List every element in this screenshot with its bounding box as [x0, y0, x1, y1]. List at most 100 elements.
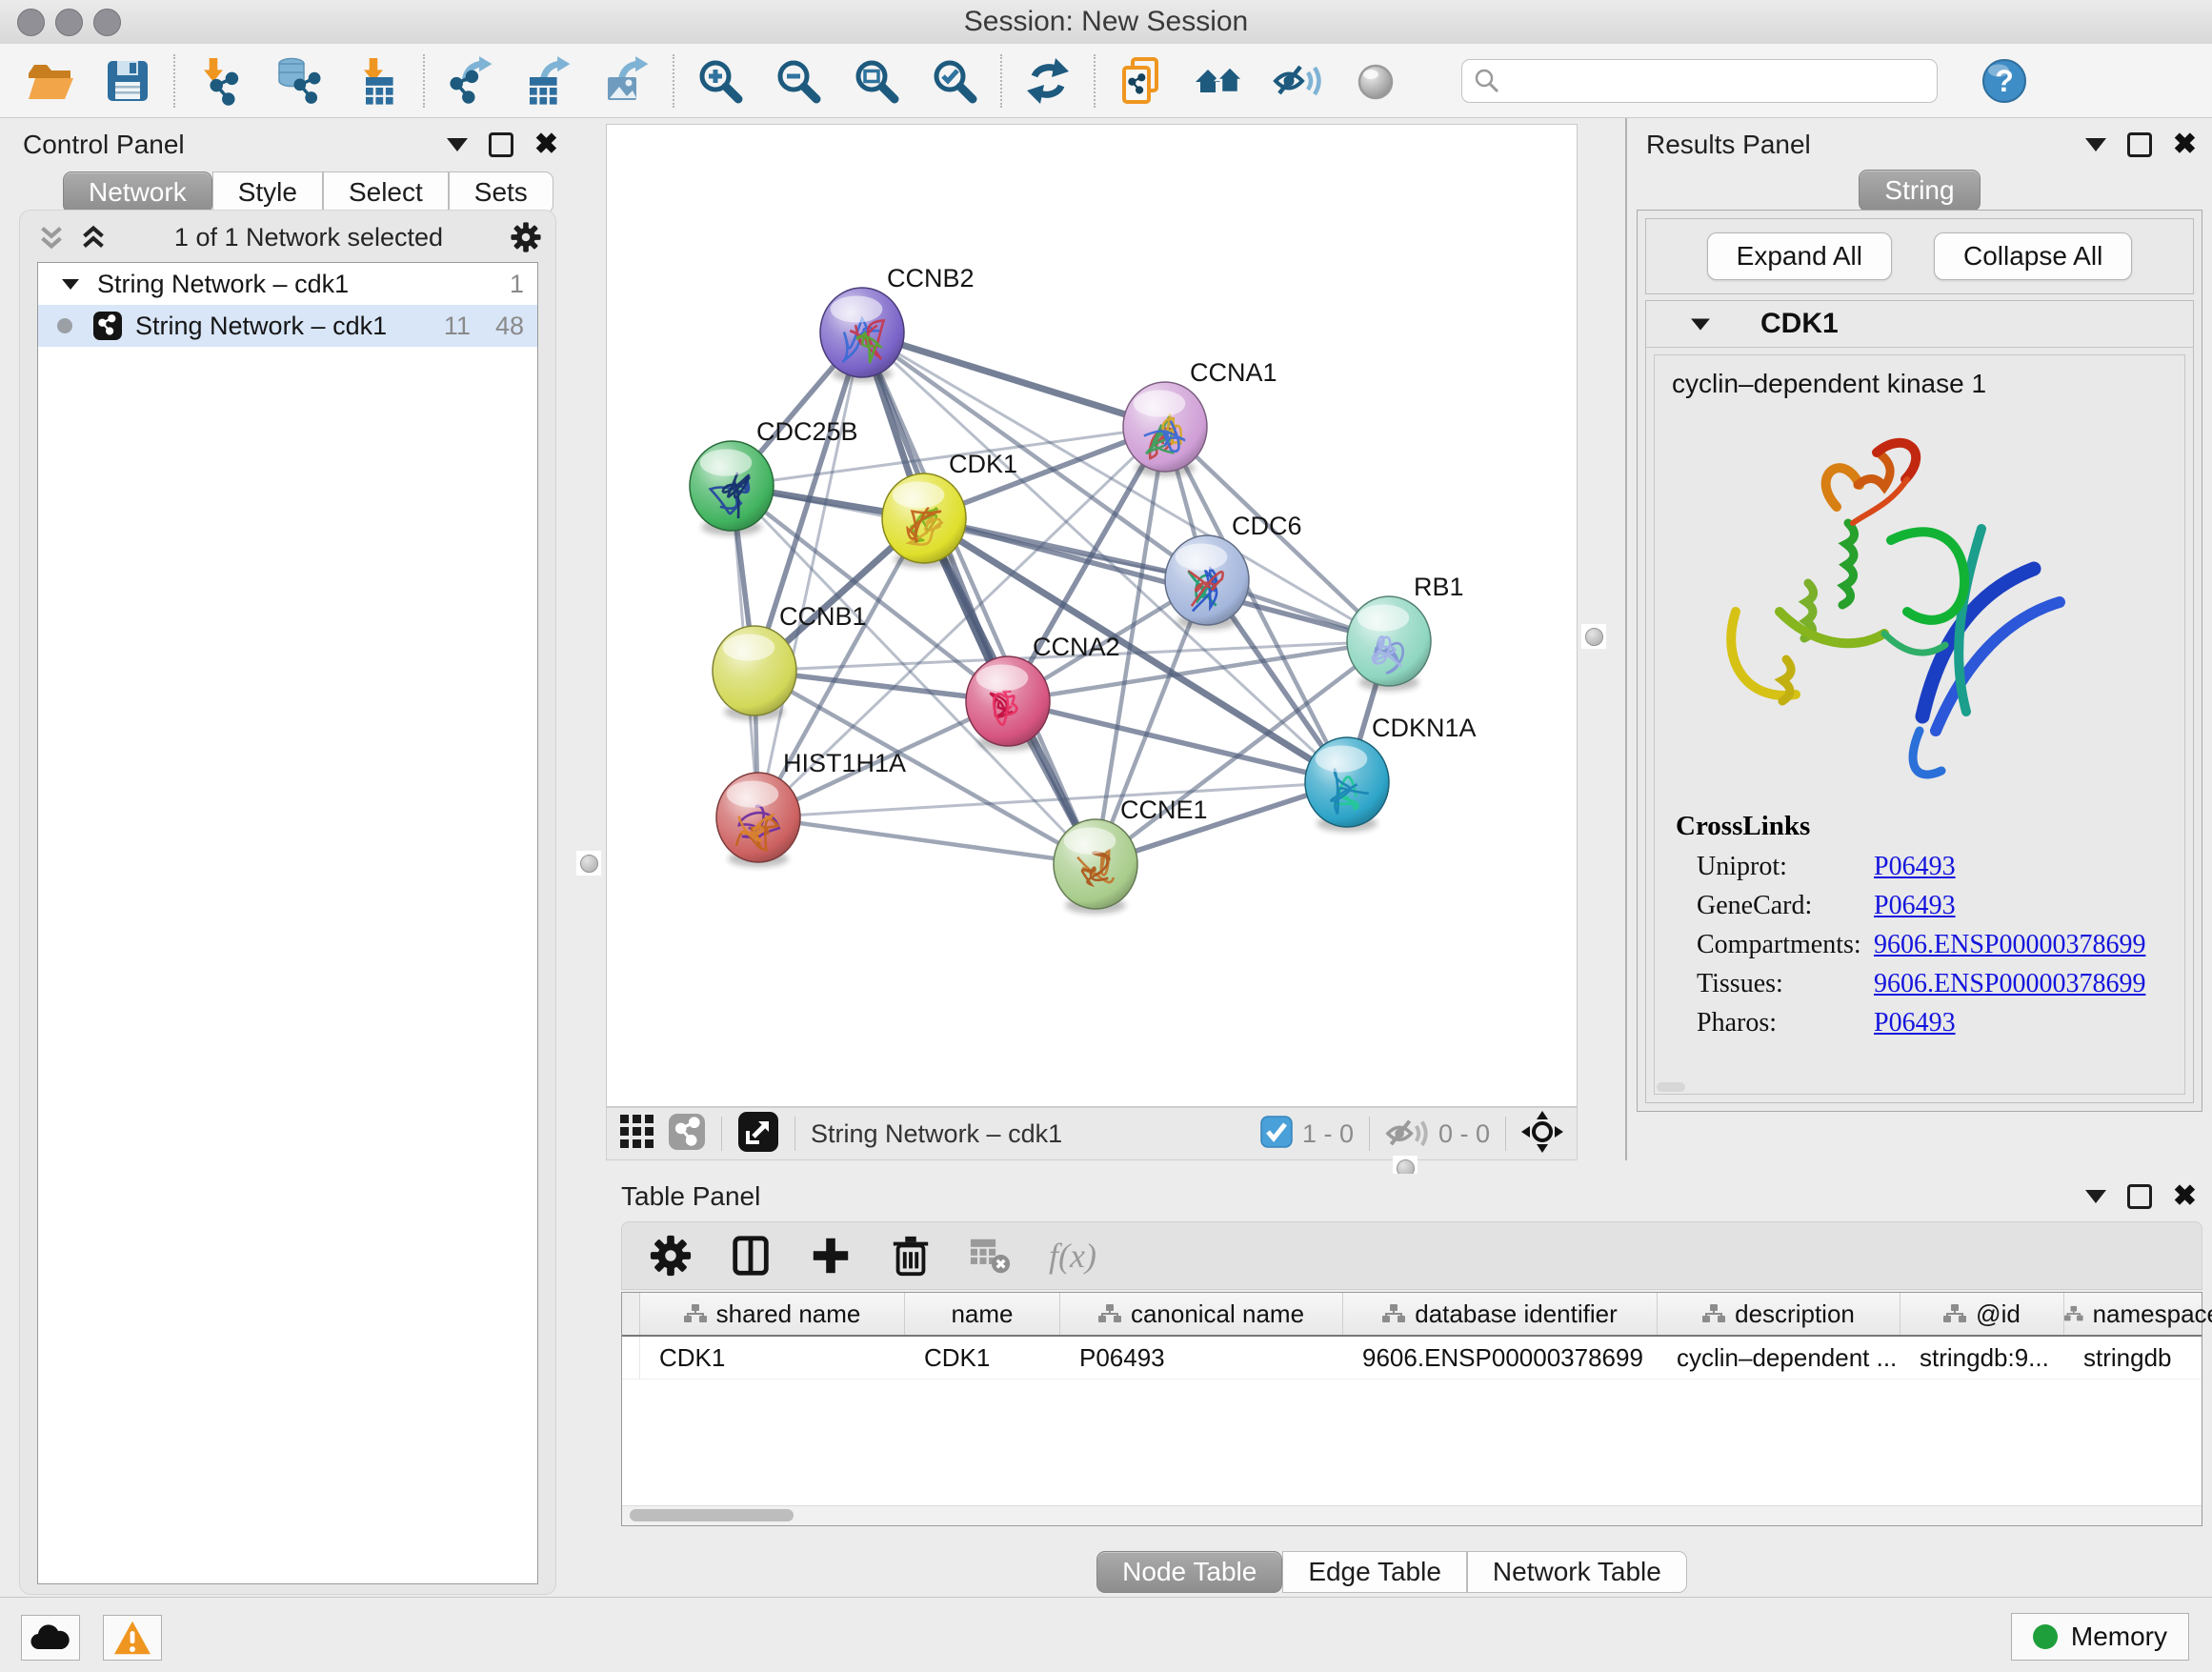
share-document-icon[interactable]: [1116, 56, 1166, 106]
network-canvas[interactable]: CCNB2CCNA1CDC25BCDK1CDC6RB1CCNB1CCNA2CDK…: [606, 124, 1578, 1107]
column-header-namespace[interactable]: namespace: [2064, 1293, 2212, 1335]
table-cell[interactable]: P06493: [1060, 1337, 1343, 1379]
network-node-cdc6[interactable]: [1165, 535, 1249, 630]
crosslink-link[interactable]: 9606.ENSP00000378699: [1874, 930, 2145, 960]
table-scrollbar-thumb[interactable]: [630, 1509, 794, 1521]
left-splitter[interactable]: [572, 118, 606, 1174]
network-share-icon[interactable]: [668, 1113, 706, 1156]
results-menu-icon[interactable]: [2085, 138, 2106, 151]
show-grid-icon[interactable]: [620, 1115, 654, 1154]
network-node-cdkn1a[interactable]: [1305, 737, 1389, 832]
results-close-icon[interactable]: ✖: [2173, 135, 2197, 154]
expand-all-icon[interactable]: [79, 225, 108, 250]
column-header-database-identifier[interactable]: database identifier: [1343, 1293, 1658, 1335]
export-table-icon[interactable]: [524, 56, 573, 106]
save-session-icon[interactable]: [103, 56, 152, 106]
tree-row-network[interactable]: String Network – cdk11148: [38, 305, 537, 347]
results-float-icon[interactable]: [2127, 132, 2152, 157]
close-panel-icon[interactable]: ✖: [534, 135, 558, 154]
network-node-cdc25b[interactable]: [690, 441, 774, 535]
column-header-canonical-name[interactable]: canonical name: [1060, 1293, 1343, 1335]
delete-table-icon[interactable]: [969, 1234, 1013, 1278]
show-columns-icon[interactable]: [729, 1234, 773, 1278]
tab-style[interactable]: Style: [212, 171, 323, 213]
network-node-ccna1[interactable]: [1123, 382, 1207, 476]
collapse-all-icon[interactable]: [37, 225, 66, 250]
table-cell[interactable]: cyclin–dependent ...: [1658, 1337, 1900, 1379]
tab-node-table[interactable]: Node Table: [1096, 1551, 1282, 1593]
table-cell[interactable]: CDK1: [640, 1337, 905, 1379]
table-horizontal-scrollbar[interactable]: [622, 1505, 2202, 1525]
tree-row-collection[interactable]: String Network – cdk11: [38, 263, 537, 305]
left-splitter-handle[interactable]: [576, 851, 601, 876]
table-row[interactable]: CDK1CDK1P064939606.ENSP00000378699cyclin…: [622, 1337, 2202, 1380]
column-header-description[interactable]: description: [1658, 1293, 1900, 1335]
table-close-icon[interactable]: ✖: [2173, 1187, 2197, 1206]
zoom-in-icon[interactable]: [695, 56, 745, 106]
crosslink-link[interactable]: 9606.ENSP00000378699: [1874, 969, 2145, 999]
collapse-collection-icon[interactable]: [61, 277, 80, 291]
network-node-ccnb1[interactable]: [713, 626, 796, 720]
crosslink-link[interactable]: P06493: [1874, 1008, 1956, 1038]
tab-network[interactable]: Network: [63, 171, 212, 213]
export-image-icon[interactable]: [602, 56, 652, 106]
add-column-icon[interactable]: [809, 1234, 853, 1278]
tab-edge-table[interactable]: Edge Table: [1282, 1551, 1467, 1593]
expand-all-button[interactable]: Expand All: [1707, 232, 1892, 280]
network-options-gear-icon[interactable]: [510, 221, 542, 253]
table-cell[interactable]: stringdb: [2064, 1337, 2212, 1379]
network-node-ccne1[interactable]: [1054, 819, 1137, 914]
search-input[interactable]: [1510, 65, 1925, 96]
column-header-shared-name[interactable]: shared name: [640, 1293, 905, 1335]
network-node-ccna2[interactable]: [966, 656, 1050, 751]
hidden-eye-icon[interactable]: [1385, 1112, 1429, 1157]
network-overview-icon[interactable]: [1195, 56, 1244, 106]
table-cell[interactable]: CDK1: [905, 1337, 1060, 1379]
right-splitter[interactable]: [1578, 118, 1625, 1174]
birds-eye-view-icon[interactable]: [737, 1111, 779, 1158]
crosslink-link[interactable]: P06493: [1874, 891, 1956, 921]
export-network-icon[interactable]: [446, 56, 495, 106]
delete-column-icon[interactable]: [889, 1234, 933, 1278]
tab-sets[interactable]: Sets: [449, 171, 553, 213]
panel-menu-icon[interactable]: [447, 138, 468, 151]
hide-unhide-graphics-icon[interactable]: [1273, 56, 1322, 106]
network-node-cdk1[interactable]: [882, 473, 966, 568]
zoom-fit-icon[interactable]: [852, 56, 901, 106]
import-table-icon[interactable]: [352, 56, 402, 106]
table-cell[interactable]: stringdb:9...: [1900, 1337, 2064, 1379]
import-network-icon[interactable]: [196, 56, 246, 106]
tab-network-table[interactable]: Network Table: [1467, 1551, 1687, 1593]
network-node-rb1[interactable]: [1347, 596, 1431, 691]
zoom-window-button[interactable]: [93, 9, 121, 36]
show-graphics-details-icon[interactable]: [1351, 56, 1400, 106]
tab-string[interactable]: String: [1859, 170, 1980, 212]
minimize-window-button[interactable]: [55, 9, 83, 36]
table-options-gear-icon[interactable]: [649, 1234, 693, 1278]
refresh-layout-icon[interactable]: [1023, 56, 1073, 106]
zoom-out-icon[interactable]: [774, 56, 823, 106]
zoom-selected-icon[interactable]: [930, 56, 979, 106]
collapse-entry-icon[interactable]: [1690, 316, 1711, 332]
table-menu-icon[interactable]: [2085, 1190, 2106, 1203]
collapse-all-button[interactable]: Collapse All: [1934, 232, 2132, 280]
function-builder-icon[interactable]: f(x): [1049, 1236, 1096, 1276]
column-header--id[interactable]: @id: [1900, 1293, 2064, 1335]
right-splitter-handle[interactable]: [1581, 624, 1606, 649]
open-session-icon[interactable]: [25, 56, 74, 106]
network-node-hist1h1a[interactable]: [716, 773, 800, 867]
node-result-header[interactable]: CDK1: [1646, 301, 2193, 348]
help-button[interactable]: ?: [1980, 56, 2029, 106]
table-float-icon[interactable]: [2127, 1184, 2152, 1209]
table-cell[interactable]: 9606.ENSP00000378699: [1343, 1337, 1658, 1379]
memory-button[interactable]: Memory: [2011, 1613, 2189, 1661]
crosslink-link[interactable]: P06493: [1874, 852, 1956, 882]
results-scrollbar-thumb[interactable]: [1657, 1082, 1685, 1092]
column-header-name[interactable]: name: [905, 1293, 1060, 1335]
close-window-button[interactable]: [17, 9, 45, 36]
tab-select[interactable]: Select: [323, 171, 449, 213]
import-network-database-icon[interactable]: [274, 56, 324, 106]
fit-selected-crosshair-icon[interactable]: [1521, 1111, 1563, 1158]
float-panel-icon[interactable]: [489, 132, 513, 157]
selected-nodes-checkbox[interactable]: [1260, 1116, 1293, 1153]
